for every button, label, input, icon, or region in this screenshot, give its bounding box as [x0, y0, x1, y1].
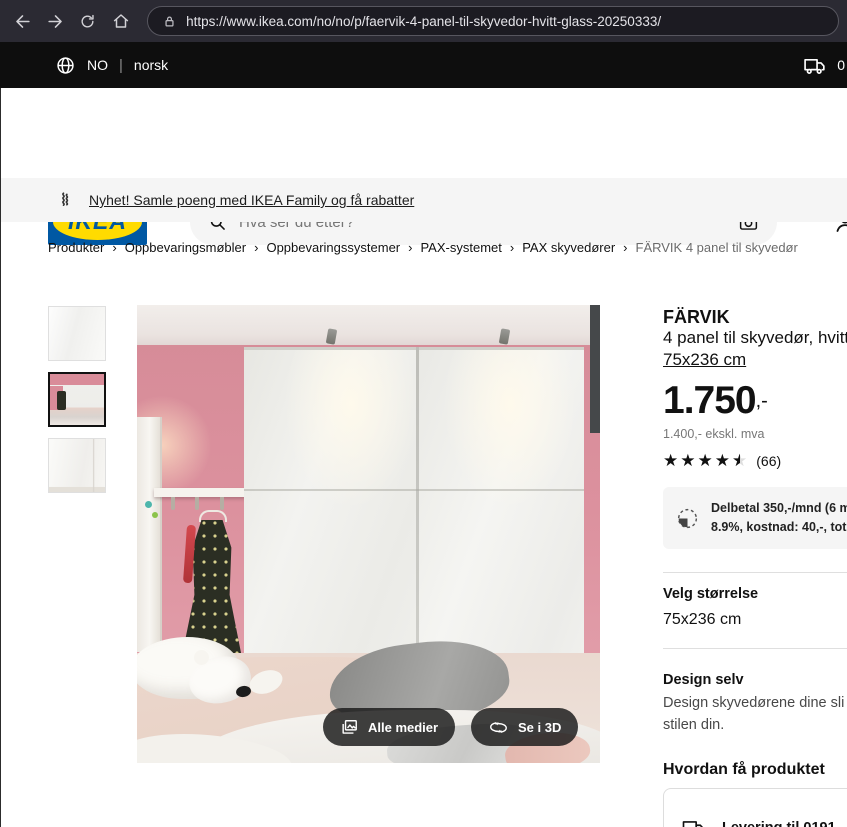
view-3d-label: Se i 3D: [518, 719, 562, 735]
chevron-right-icon: ›: [623, 240, 628, 255]
delivery-label: Levering til 0191: [722, 820, 836, 827]
browser-toolbar: https://www.ikea.com/no/no/p/faervik-4-p…: [0, 0, 847, 42]
wall-hook: [195, 497, 199, 510]
chevron-right-icon: ›: [254, 240, 259, 255]
forward-icon[interactable]: [41, 6, 70, 36]
part-payment-icon: [677, 508, 698, 528]
breadcrumb-item[interactable]: Oppbevaringsmøbler: [125, 240, 246, 255]
chevron-right-icon: ›: [112, 240, 117, 255]
size-value[interactable]: 75x236 cm: [663, 611, 741, 629]
thumbnail-product-panel[interactable]: [48, 306, 106, 361]
divider: [663, 572, 847, 573]
breadcrumb-item[interactable]: Oppbevaringssystemer: [266, 240, 400, 255]
thumbnail-panel-corner[interactable]: [48, 438, 106, 493]
all-media-button[interactable]: Alle medier: [323, 708, 456, 746]
topbar-divider: |: [119, 56, 123, 74]
price-amount: 1.750: [663, 379, 757, 422]
reload-icon[interactable]: [74, 6, 103, 36]
design-description: stilen din.: [663, 717, 725, 733]
curtain: [590, 305, 600, 433]
site-header: IKEA: [0, 88, 847, 245]
lock-icon: [165, 16, 174, 26]
design-section-heading: Design selv: [663, 672, 744, 688]
thumbnail-room-scene-selected[interactable]: [48, 372, 106, 427]
chevron-right-icon: ›: [408, 240, 413, 255]
view-3d-button[interactable]: Se i 3D: [471, 708, 579, 746]
promo-banner: Nyhet! Samle poeng med IKEA Family og få…: [0, 178, 847, 222]
installment-banner[interactable]: Delbetal 350,-/mnd (6 m 8.9%, kostnad: 4…: [663, 487, 847, 549]
product-type: 4 panel til skyvedør, hvitt: [663, 328, 847, 347]
delivery-truck-icon: [682, 821, 704, 827]
review-count: (66): [756, 453, 782, 469]
media-gallery-icon: [342, 719, 357, 734]
product-name: FÄRVIK: [663, 307, 730, 327]
thumbnail-image-detail: [57, 391, 66, 410]
trinket: [152, 512, 158, 518]
wall-hook: [171, 497, 175, 510]
installment-text: Delbetal 350,-/mnd (6 m 8.9%, kostnad: 4…: [711, 499, 847, 537]
trinket: [145, 501, 152, 508]
side-cabinet: [137, 417, 162, 652]
breadcrumb-item[interactable]: PAX skyvedører: [522, 240, 615, 255]
ikea-product-page: https://www.ikea.com/no/no/p/faervik-4-p…: [0, 0, 847, 827]
thumbnail-image: [49, 439, 105, 492]
home-icon[interactable]: [106, 6, 135, 36]
star-icon: ★: [663, 451, 679, 470]
globe-icon[interactable]: [55, 55, 76, 76]
design-description: Design skyvedørene dine sli: [663, 695, 845, 711]
product-price: 1.750,-: [663, 379, 768, 423]
language-label[interactable]: norsk: [134, 57, 168, 73]
star-icon: ★: [680, 451, 696, 470]
panel-seam: [244, 489, 584, 491]
delivery-option[interactable]: Levering til 0191: [663, 788, 847, 827]
fulfillment-heading: Hvordan få produktet: [663, 761, 825, 778]
wall-rail: [154, 488, 246, 497]
teddy-bear-ear: [194, 650, 209, 665]
installment-line1: Delbetal 350,-/mnd (6 m: [711, 501, 847, 515]
star-icon: ★: [697, 451, 713, 470]
star-half-icon: ★★: [732, 451, 748, 470]
price-excl-vat: 1.400,- ekskl. mva: [663, 427, 765, 441]
installment-line2: 8.9%, kostnad: 40,-, tot: [711, 520, 847, 534]
star-icon: ★: [714, 451, 730, 470]
product-main-image[interactable]: Alle medier Se i 3D: [137, 305, 600, 763]
thumbnail-list: [48, 306, 108, 504]
product-section: Alle medier Se i 3D FÄRVIK 4 panel til s…: [0, 305, 847, 827]
all-media-label: Alle medier: [368, 719, 439, 735]
chevron-right-icon: ›: [509, 240, 515, 255]
buy-panel: FÄRVIK 4 panel til skyvedør, hvitt 75x23…: [663, 305, 847, 827]
ceiling: [137, 305, 600, 345]
rotate-3d-icon: [490, 721, 507, 733]
country-code[interactable]: NO: [87, 57, 108, 73]
size-section-heading: Velg størrelse: [663, 586, 759, 602]
rating-stars[interactable]: ★ ★ ★ ★ ★★ (66): [663, 451, 781, 471]
url-bar[interactable]: https://www.ikea.com/no/no/p/faervik-4-p…: [147, 6, 840, 36]
breadcrumb-item[interactable]: PAX-systemet: [420, 240, 501, 255]
url-text: https://www.ikea.com/no/no/p/faervik-4-p…: [186, 13, 662, 29]
promo-link[interactable]: Nyhet! Samle poeng med IKEA Family og få…: [89, 192, 414, 208]
breadcrumb-current: FÄRVIK 4 panel til skyvedør: [635, 240, 798, 255]
cart-count[interactable]: 0: [837, 57, 845, 73]
price-suffix: ,-: [755, 390, 768, 412]
window-edge: [0, 88, 1, 827]
ikea-family-squiggle-icon: [62, 192, 69, 206]
back-icon[interactable]: [8, 6, 37, 36]
breadcrumb-item[interactable]: Produkter: [48, 240, 104, 255]
truck-icon[interactable]: [803, 55, 828, 76]
divider: [663, 648, 847, 649]
variant-link[interactable]: 75x236 cm: [663, 350, 746, 370]
wall-hook: [220, 497, 224, 510]
breadcrumb: Produkter › Oppbevaringsmøbler › Oppbeva…: [48, 240, 838, 255]
ikea-topbar: NO | norsk 0: [0, 42, 847, 88]
thumbnail-image: [49, 307, 105, 360]
